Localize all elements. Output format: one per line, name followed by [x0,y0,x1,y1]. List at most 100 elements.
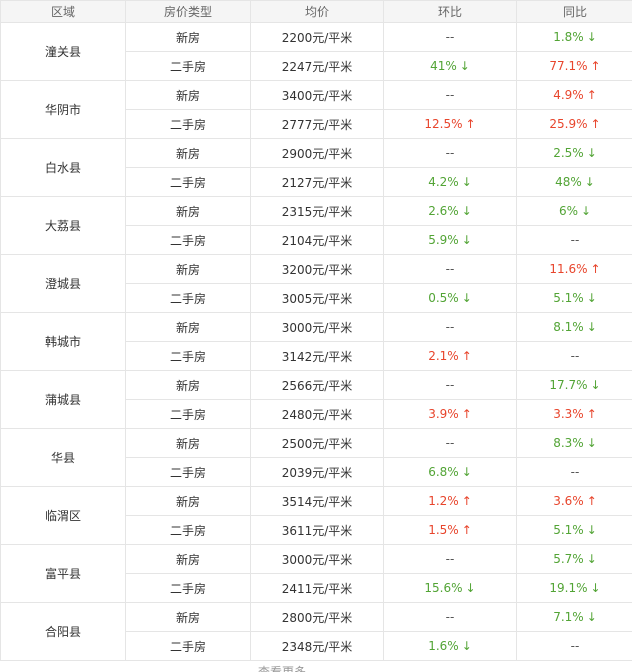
yoy-value: 2.5% [553,146,584,160]
arrow-up-icon: ↑ [590,117,601,131]
header-mom: 环比 [383,0,517,23]
yoy-cell: 4.9% ↑ [516,80,632,110]
yoy-cell: -- [516,457,632,487]
arrow-down-icon: ↓ [586,146,597,160]
yoy-value: 1.8% [553,30,584,44]
header-yoy: 同比 [516,0,632,23]
price-cell: 2247元/平米 [250,51,384,81]
price-cell: 2800元/平米 [250,602,384,632]
house-type-cell: 新房 [125,428,251,458]
arrow-down-icon: ↓ [586,523,597,537]
yoy-value: 11.6% [549,262,588,276]
house-type-cell: 新房 [125,486,251,516]
yoy-cell: 8.1% ↓ [516,312,632,342]
yoy-value: 8.3% [553,436,584,450]
price-cell: 2777元/平米 [250,109,384,139]
yoy-value: 3.6% [553,494,584,508]
mom-cell: 3.9% ↑ [383,399,517,429]
house-type-cell: 二手房 [125,631,251,661]
price-cell: 2127元/平米 [250,167,384,197]
arrow-down-icon: ↓ [586,610,597,624]
mom-cell: 5.9% ↓ [383,225,517,255]
yoy-value: 48% [555,175,582,189]
mom-value: -- [445,378,455,392]
arrow-down-icon: ↓ [586,436,597,450]
yoy-value: -- [570,639,580,653]
mom-cell: 41% ↓ [383,51,517,81]
mom-cell: -- [383,138,517,168]
mom-cell: -- [383,22,517,52]
house-type-cell: 二手房 [125,225,251,255]
arrow-down-icon: ↓ [586,30,597,44]
yoy-cell: 19.1% ↓ [516,573,632,603]
yoy-value: 25.9% [549,117,588,131]
price-cell: 2315元/平米 [250,196,384,226]
price-cell: 3400元/平米 [250,80,384,110]
header-type: 房价类型 [125,0,251,23]
yoy-value: 4.9% [553,88,584,102]
mom-value: 2.1% [428,349,459,363]
mom-value: -- [445,436,455,450]
region-cell: 蒲城县 [0,370,126,429]
yoy-cell: 2.5% ↓ [516,138,632,168]
price-cell: 2500元/平米 [250,428,384,458]
house-type-cell: 新房 [125,544,251,574]
mom-cell: 12.5% ↑ [383,109,517,139]
yoy-cell: 11.6% ↑ [516,254,632,284]
price-cell: 2900元/平米 [250,138,384,168]
mom-cell: 15.6% ↓ [383,573,517,603]
arrow-down-icon: ↓ [586,320,597,334]
yoy-value: 6% [558,204,578,218]
header-region: 区域 [0,0,126,23]
house-type-cell: 二手房 [125,399,251,429]
arrow-up-icon: ↑ [461,349,472,363]
region-cell: 大荔县 [0,196,126,255]
table-body: 潼关县 新房 2200元/平米 -- 1.8% ↓ 二手房 2247元/平米 41% ↓ 77.1%… [0,22,632,661]
arrow-up-icon: ↑ [461,523,472,537]
yoy-cell: 5.1% ↓ [516,515,632,545]
house-type-cell: 新房 [125,22,251,52]
mom-value: -- [445,30,455,44]
yoy-value: 8.1% [553,320,584,334]
region-cell: 华县 [0,428,126,487]
mom-value: -- [445,320,455,334]
mom-value: 15.6% [424,581,463,595]
arrow-down-icon: ↓ [586,291,597,305]
price-cell: 3142元/平米 [250,341,384,371]
yoy-value: 5.1% [553,291,584,305]
mom-cell: 1.6% ↓ [383,631,517,661]
table-row: 澄城县 新房 3200元/平米 -- 11.6% ↑ [0,254,632,313]
price-cell: 3200元/平米 [250,254,384,284]
arrow-down-icon: ↓ [461,204,472,218]
yoy-value: 19.1% [549,581,588,595]
arrow-down-icon: ↓ [461,639,472,653]
yoy-value: 5.7% [553,552,584,566]
price-cell: 2566元/平米 [250,370,384,400]
price-cell: 2104元/平米 [250,225,384,255]
mom-value: -- [445,610,455,624]
arrow-up-icon: ↑ [461,407,472,421]
mom-value: 6.8% [428,465,459,479]
yoy-value: -- [570,349,580,363]
mom-cell: -- [383,312,517,342]
arrow-down-icon: ↓ [465,581,476,595]
table-row: 潼关县 新房 2200元/平米 -- 1.8% ↓ [0,22,632,81]
house-type-cell: 二手房 [125,109,251,139]
arrow-down-icon: ↓ [590,378,601,392]
footer-link[interactable]: 查看更多 [258,664,378,672]
mom-value: 1.2% [428,494,459,508]
house-type-cell: 新房 [125,370,251,400]
yoy-value: 3.3% [553,407,584,421]
table-header: 区域 房价类型 均价 环比 同比 [0,0,632,23]
mom-cell: -- [383,80,517,110]
region-cell: 华阴市 [0,80,126,139]
price-cell: 3611元/平米 [250,515,384,545]
arrow-down-icon: ↓ [586,552,597,566]
table-row: 白水县 新房 2900元/平米 -- 2.5% ↓ [0,138,632,197]
mom-cell: -- [383,370,517,400]
yoy-value: -- [570,465,580,479]
region-cell: 白水县 [0,138,126,197]
arrow-down-icon: ↓ [584,175,595,189]
price-cell: 2480元/平米 [250,399,384,429]
mom-value: 5.9% [428,233,459,247]
